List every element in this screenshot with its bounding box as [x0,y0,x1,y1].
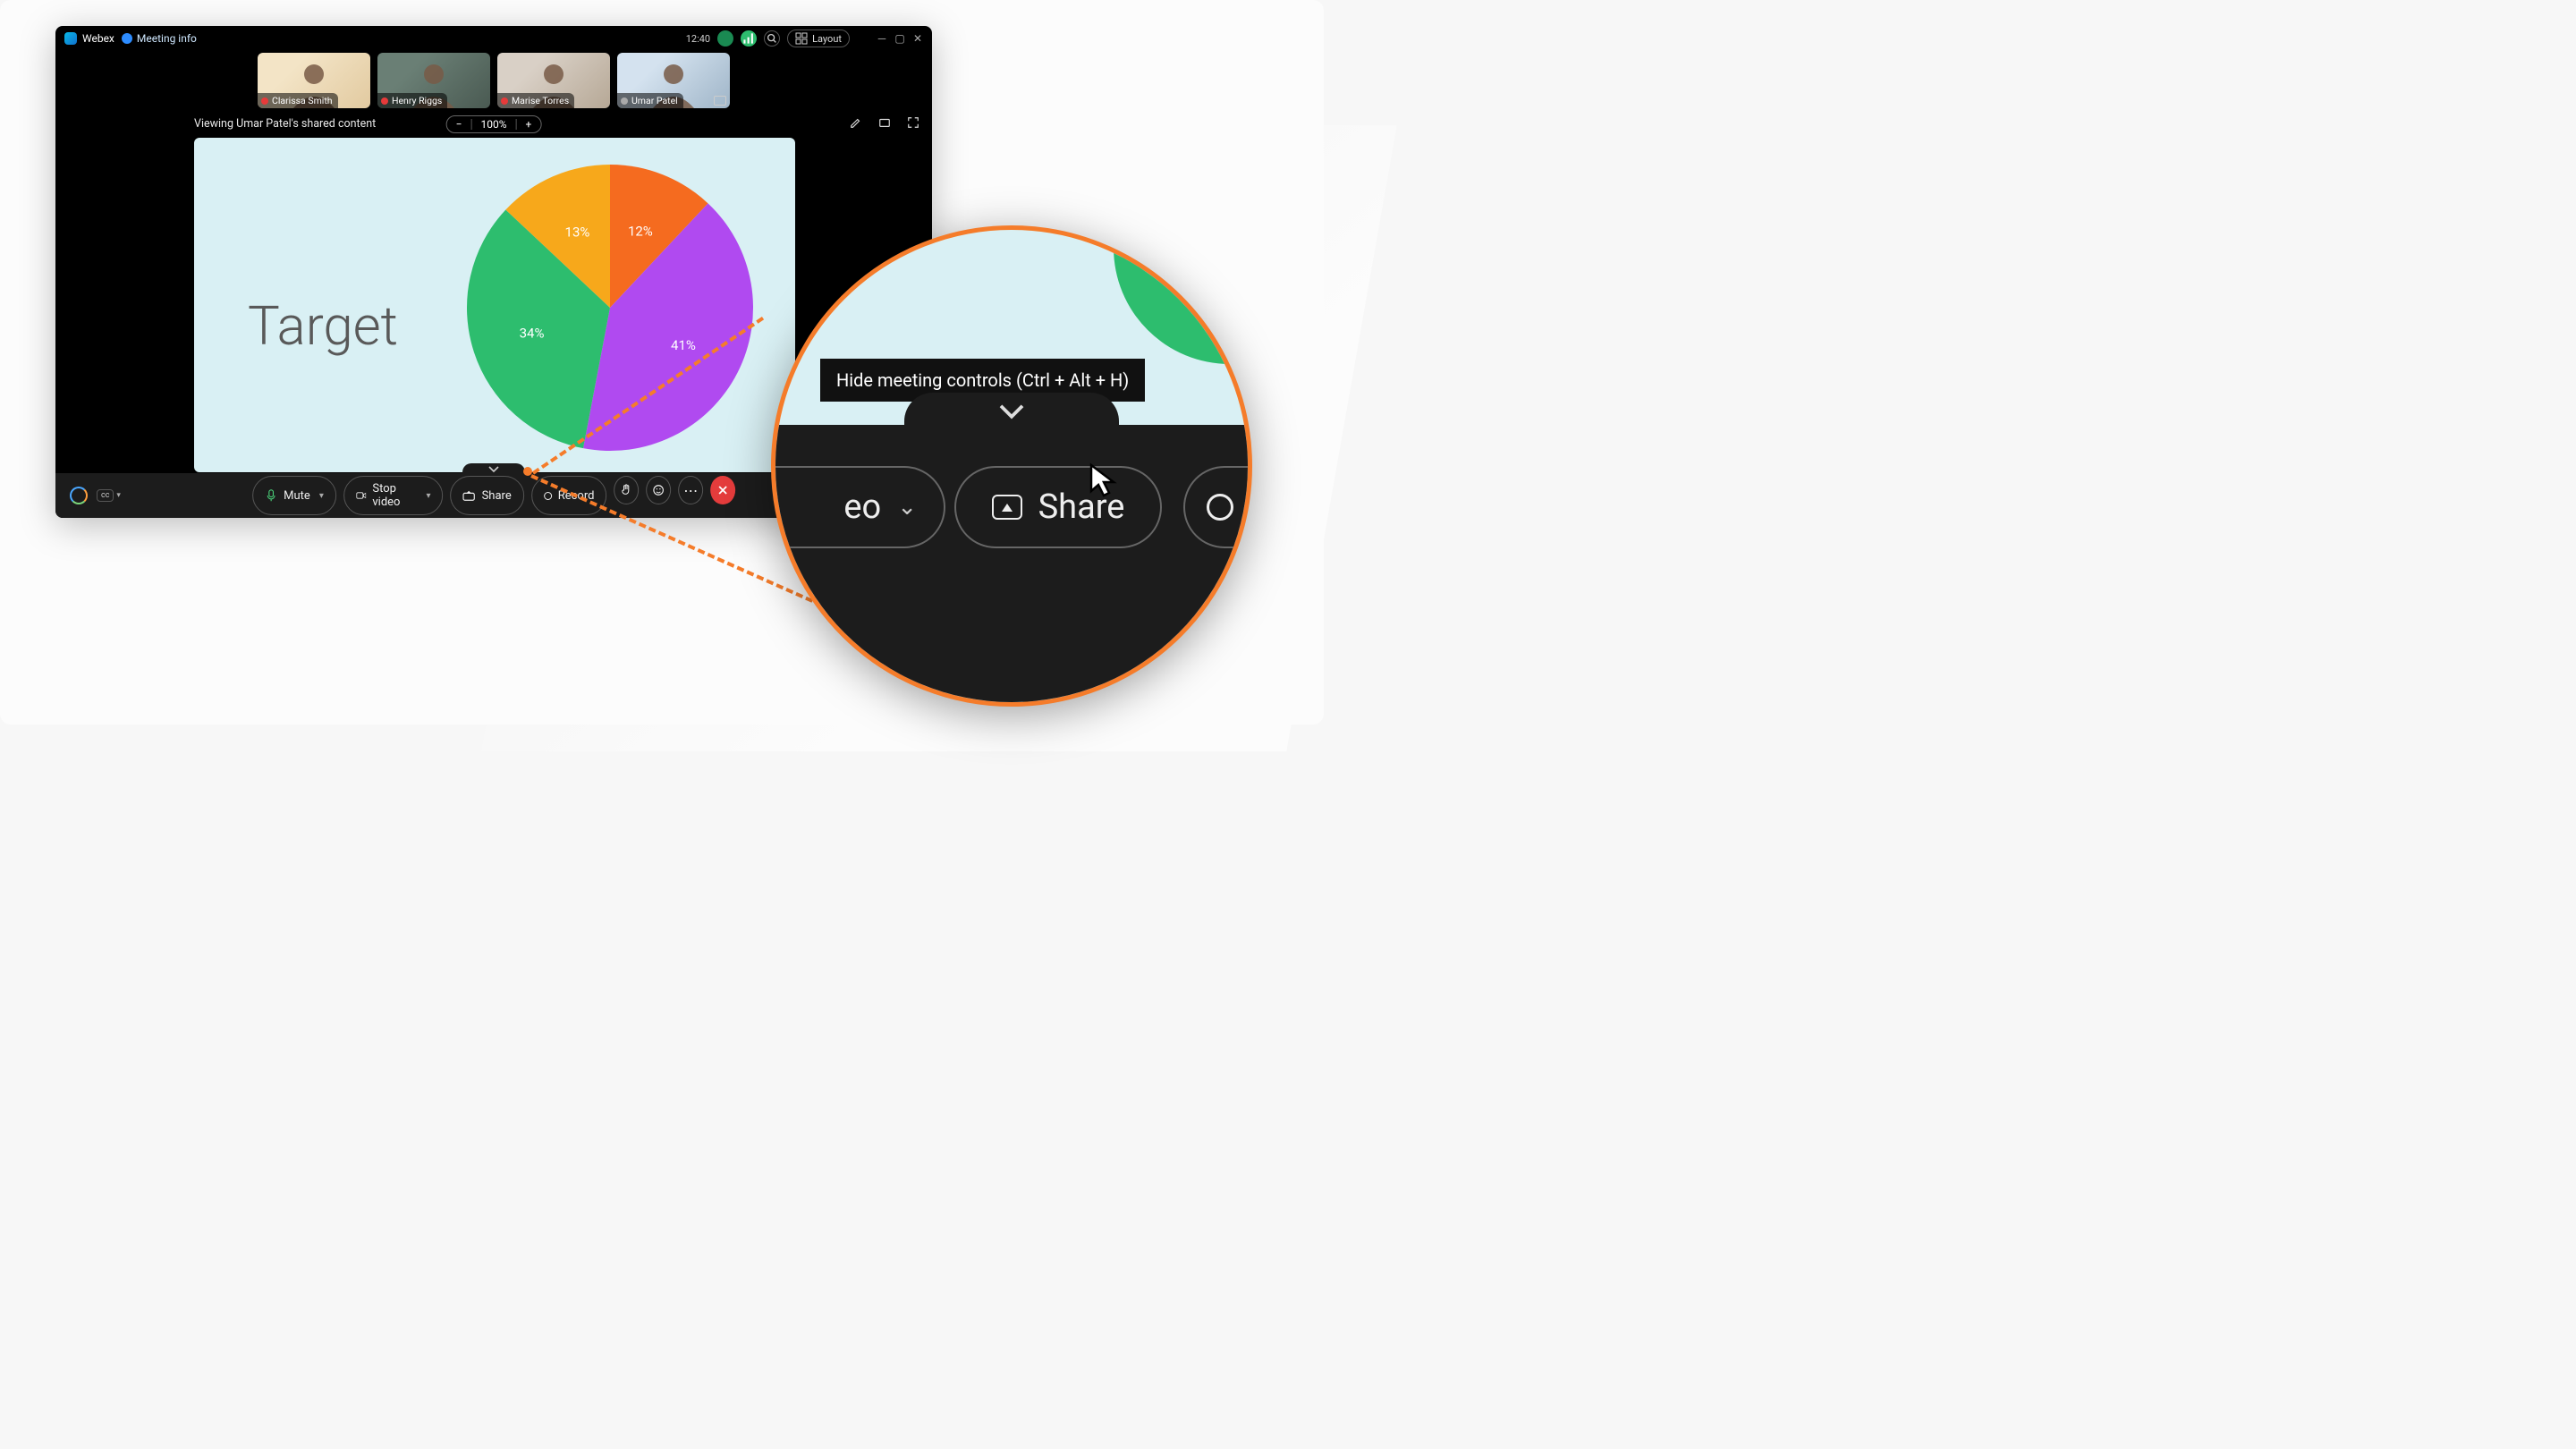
zoom-control[interactable]: − 100% + [446,115,542,133]
callout-control-bar: eo ⌄ Share [775,425,1248,702]
participant-tile[interactable]: Clarissa Smith [258,53,370,108]
participant-tile[interactable]: Henry Riggs [377,53,490,108]
webex-logo-icon [64,32,77,45]
hide-controls-tab[interactable] [462,463,525,476]
minimize-button[interactable]: ─ [877,33,887,44]
chevron-down-icon[interactable]: ▾ [427,491,431,501]
pie-slice-label: 12% [628,223,653,239]
app-name: Webex [82,32,114,45]
zoom-callout: Hide meeting controls (Ctrl + Alt + H) e… [771,225,1252,707]
pie-slice-label: 34% [520,325,545,341]
record-icon [1207,494,1233,521]
chevron-down-icon[interactable]: ▾ [319,491,324,501]
participant-name: Marise Torres [512,95,569,106]
webex-assistant-icon[interactable] [70,487,88,504]
end-meeting-button[interactable] [710,476,735,504]
shared-content-area: Target 12% 41% 34% 13% [194,138,795,472]
participant-name: Umar Patel [631,95,678,106]
share-button[interactable]: Share [451,476,524,515]
titlebar: Webex Meeting info 12:40 Layout [55,26,932,51]
stop-video-button[interactable]: Stop video ▾ [343,476,444,515]
viewing-label: Viewing Umar Patel's shared content [194,117,376,131]
chevron-down-icon: ⌄ [897,494,917,521]
raise-hand-button[interactable] [614,476,639,504]
share-button-zoomed[interactable]: Share [954,466,1162,548]
signal-icon[interactable] [741,30,757,47]
slide-title: Target [248,294,398,358]
cursor-icon [1087,462,1123,498]
pie-fragment [1114,225,1252,364]
reactions-button[interactable] [646,476,671,504]
content-header: Viewing Umar Patel's shared content − 10… [55,112,932,138]
hide-controls-tab-zoomed[interactable] [904,393,1119,432]
annotate-icon[interactable] [850,116,862,132]
muted-icon [501,97,508,105]
clock: 12:40 [686,33,710,45]
callout-origin-marker [523,467,532,476]
share-icon [992,495,1022,520]
chevron-down-icon: ▾ [116,491,121,500]
participant-tile[interactable]: Marise Torres [497,53,610,108]
search-icon[interactable] [764,30,780,47]
stop-video-button-zoomed[interactable]: eo ⌄ [771,466,945,548]
muted-icon [261,97,268,105]
maximize-button[interactable]: ▢ [894,33,905,44]
popout-icon[interactable] [878,116,891,132]
network-status-icon[interactable] [717,30,733,47]
pie-slice-label: 41% [671,337,696,353]
video-icon [356,489,367,502]
close-button[interactable]: ✕ [912,33,923,44]
microphone-icon [265,489,277,502]
zoom-in-button[interactable]: + [526,118,532,131]
mute-button[interactable]: Mute ▾ [252,476,336,515]
layout-button[interactable]: Layout [787,30,850,47]
participant-tile[interactable]: Umar Patel [617,53,730,108]
app-brand: Webex [64,32,114,45]
mic-icon [621,97,628,105]
participant-name: Clarissa Smith [272,95,333,106]
participant-strip: Clarissa Smith Henry Riggs [55,51,932,112]
zoom-out-button[interactable]: − [456,118,462,131]
more-options-button[interactable]: ⋯ [678,476,703,504]
pie-slice-label: 13% [565,225,590,241]
closed-captions-button[interactable]: cc ▾ [97,489,121,502]
muted-icon [381,97,388,105]
presenter-icon [714,96,726,106]
pie-chart: 12% 41% 34% 13% [462,160,758,455]
zoom-level: 100% [481,118,507,131]
record-icon [544,492,552,500]
record-button-zoomed[interactable] [1183,466,1252,548]
share-icon [463,489,476,502]
fullscreen-icon[interactable] [907,116,919,132]
participant-name: Henry Riggs [392,95,442,106]
meeting-info-button[interactable]: Meeting info [122,32,197,45]
